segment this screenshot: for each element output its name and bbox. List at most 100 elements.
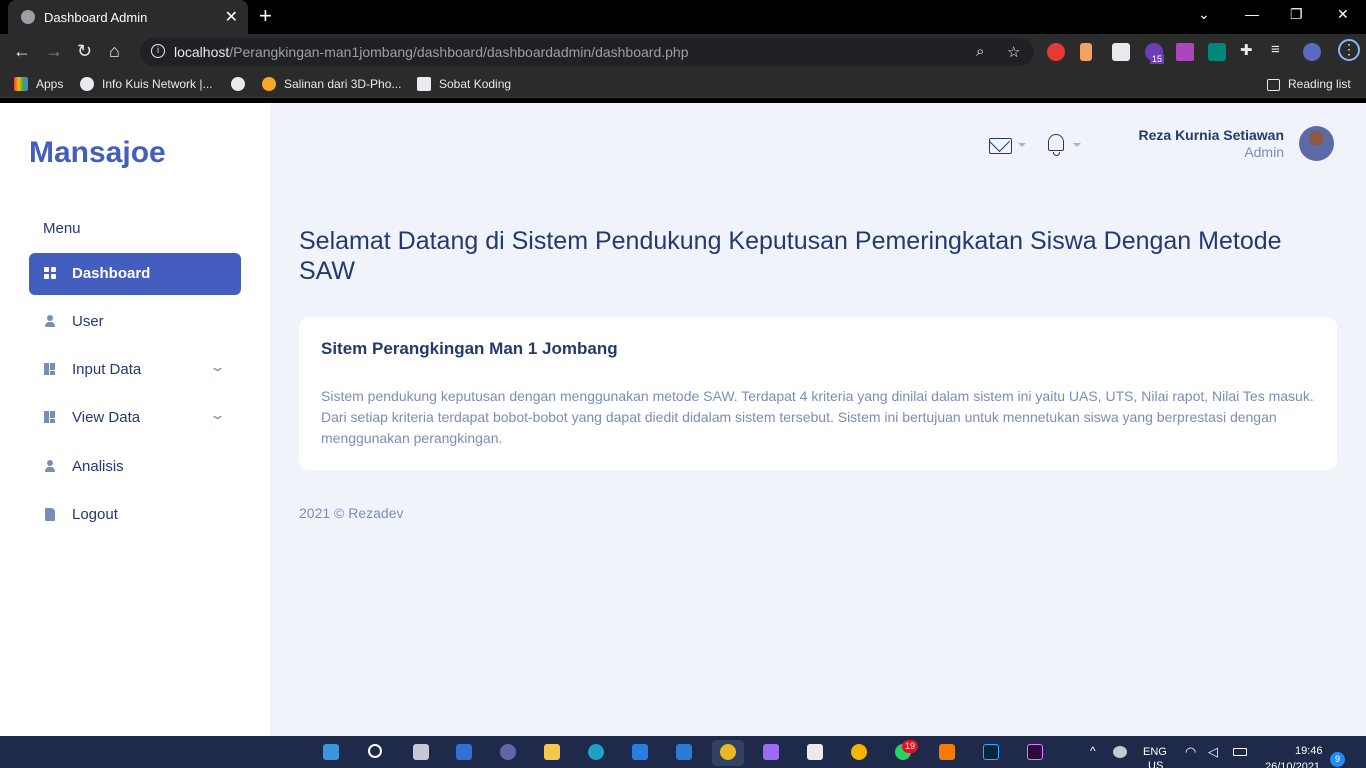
reload-icon[interactable]: ↻ — [77, 41, 92, 62]
globe-icon — [231, 77, 245, 91]
chevron-down-icon: ⌄ — [208, 359, 227, 374]
apps-grid-icon — [14, 77, 28, 91]
cloud-icon[interactable] — [1113, 746, 1127, 758]
reading-list-icon — [1267, 79, 1280, 91]
tab-search-icon[interactable]: ⌄ — [1198, 6, 1210, 23]
chrome-icon[interactable] — [720, 744, 736, 760]
bookmark-apps[interactable]: Apps — [14, 77, 63, 91]
task-view-icon[interactable] — [413, 744, 429, 760]
page-title: Selamat Datang di Sistem Pendukung Keput… — [299, 227, 1282, 285]
restore-icon[interactable]: ❐ — [1290, 6, 1303, 23]
language-indicator[interactable]: ENG — [1143, 746, 1167, 758]
photoshop-icon[interactable] — [983, 744, 999, 760]
git-icon[interactable] — [763, 744, 779, 760]
menu-title: Menu — [43, 220, 81, 237]
forward-icon[interactable]: → — [45, 41, 63, 62]
dashboard-icon — [44, 267, 56, 279]
widgets-icon[interactable] — [456, 744, 472, 760]
extension-icon[interactable] — [1176, 43, 1194, 61]
vscode-icon[interactable] — [676, 744, 692, 760]
sidebar-item-logout[interactable]: Logout — [29, 494, 241, 536]
browser-menu-icon[interactable]: ⋮ — [1338, 39, 1360, 61]
grid-icon — [44, 363, 56, 375]
reading-list-button[interactable]: Reading list — [1267, 77, 1351, 91]
sidebar: Mansajoe Menu Dashboard User Input Data … — [0, 103, 270, 736]
wifi-icon[interactable]: ◠ — [1185, 744, 1196, 760]
page: Mansajoe Menu Dashboard User Input Data … — [0, 103, 1366, 736]
user-role: Admin — [1244, 144, 1284, 160]
clock-date[interactable]: 26/10/2021 — [1265, 761, 1320, 768]
app-icon[interactable] — [851, 744, 867, 760]
notification-center-badge[interactable]: 9 — [1330, 752, 1345, 767]
file-icon — [45, 508, 55, 521]
sidebar-item-user[interactable]: User — [29, 301, 241, 343]
battery-icon[interactable] — [1233, 748, 1247, 756]
extension-icon[interactable] — [1208, 43, 1226, 61]
edge-icon[interactable] — [588, 744, 604, 760]
avatar[interactable] — [1299, 126, 1334, 161]
sidebar-item-label: User — [72, 313, 104, 330]
url-text: localhost/Perangkingan-man1jombang/dashb… — [174, 44, 689, 60]
profile-avatar[interactable] — [1303, 43, 1321, 61]
site-info-icon[interactable]: i — [151, 44, 165, 58]
card-title: Sitem Perangkingan Man 1 Jombang — [321, 339, 618, 358]
language-sub: US — [1148, 760, 1164, 768]
browser-toolbar: ← → ↻ ⌂ i localhost/Perangkingan-man1jom… — [0, 34, 1366, 70]
zoom-icon[interactable]: ⌕ — [976, 43, 984, 60]
brand-logo[interactable]: Mansajoe — [29, 136, 166, 170]
extensions-puzzle-icon[interactable]: ✚ — [1240, 41, 1253, 59]
tab-title: Dashboard Admin — [44, 10, 148, 25]
notification-badge: 19 — [902, 740, 918, 753]
sidebar-item-label: View Data — [72, 409, 141, 426]
sidebar-item-view-data[interactable]: View Data ⌄ — [29, 397, 241, 439]
sidebar-item-label: Input Data — [72, 361, 142, 378]
adblock-extension-icon[interactable] — [1047, 43, 1065, 61]
bookmarks-bar: Apps Info Kuis Network |... Salinan dari… — [0, 70, 1366, 98]
wordpress-icon — [80, 77, 94, 91]
bookmark-star-icon[interactable]: ☆ — [1007, 43, 1020, 61]
premiere-icon[interactable] — [1027, 744, 1043, 760]
sidebar-item-label: Logout — [72, 506, 118, 523]
bookmark-salinan[interactable]: Salinan dari 3D-Pho... — [262, 77, 401, 91]
chevron-up-icon[interactable]: ^ — [1090, 744, 1096, 758]
user-icon — [44, 315, 56, 327]
sidebar-item-label: Analisis — [72, 458, 124, 475]
top-header: Reza Kurnia Setiawan Admin — [966, 103, 1366, 183]
windows-taskbar: 19 ^ ENG US ◠ ◁ 19:46 26/10/2021 9 — [0, 736, 1366, 768]
store-icon[interactable] — [632, 744, 648, 760]
sidebar-item-dashboard[interactable]: Dashboard — [29, 253, 241, 295]
close-tab-icon[interactable]: ✕ — [225, 7, 238, 27]
home-icon[interactable]: ⌂ — [109, 41, 120, 62]
volume-icon[interactable]: ◁ — [1208, 744, 1218, 760]
minimize-icon[interactable]: — — [1245, 6, 1259, 22]
user-name[interactable]: Reza Kurnia Setiawan — [1139, 127, 1285, 143]
media-control-icon[interactable]: ≡ — [1271, 41, 1280, 58]
windows-start-icon[interactable] — [323, 744, 339, 760]
bookmark-info-kuis[interactable]: Info Kuis Network |... — [80, 77, 213, 91]
app-icon[interactable] — [807, 744, 823, 760]
bookmark-sobat-koding[interactable]: Sobat Koding — [417, 77, 511, 91]
sidebar-item-analisis[interactable]: Analisis — [29, 446, 241, 488]
sidebar-item-label: Dashboard — [72, 265, 151, 282]
colab-icon — [262, 77, 276, 91]
browser-tab[interactable]: Dashboard Admin ✕ — [8, 0, 248, 34]
browser-titlebar: Dashboard Admin ✕ + ⌄ — ❐ ✕ — [0, 0, 1366, 34]
xampp-icon[interactable] — [939, 744, 955, 760]
teams-chat-icon[interactable] — [500, 744, 516, 760]
bell-icon[interactable] — [1048, 134, 1064, 156]
chevron-down-icon: ⌄ — [208, 407, 227, 422]
new-tab-button[interactable]: + — [259, 3, 272, 29]
address-bar[interactable]: i localhost/Perangkingan-man1jombang/das… — [140, 38, 1034, 66]
close-window-icon[interactable]: ✕ — [1337, 6, 1349, 23]
extension-icon[interactable] — [1080, 43, 1092, 61]
extension-badge: 15 — [1150, 54, 1165, 64]
sidebar-item-input-data[interactable]: Input Data ⌄ — [29, 349, 241, 391]
mail-icon[interactable] — [989, 138, 1012, 154]
back-icon[interactable]: ← — [13, 41, 31, 62]
extension-icon[interactable] — [1112, 43, 1130, 61]
clock-time[interactable]: 19:46 — [1295, 745, 1323, 757]
bookmark-globe[interactable] — [231, 77, 253, 91]
file-explorer-icon[interactable] — [544, 744, 560, 760]
search-icon[interactable] — [368, 744, 382, 758]
footer-text: 2021 © Rezadev — [299, 505, 404, 521]
